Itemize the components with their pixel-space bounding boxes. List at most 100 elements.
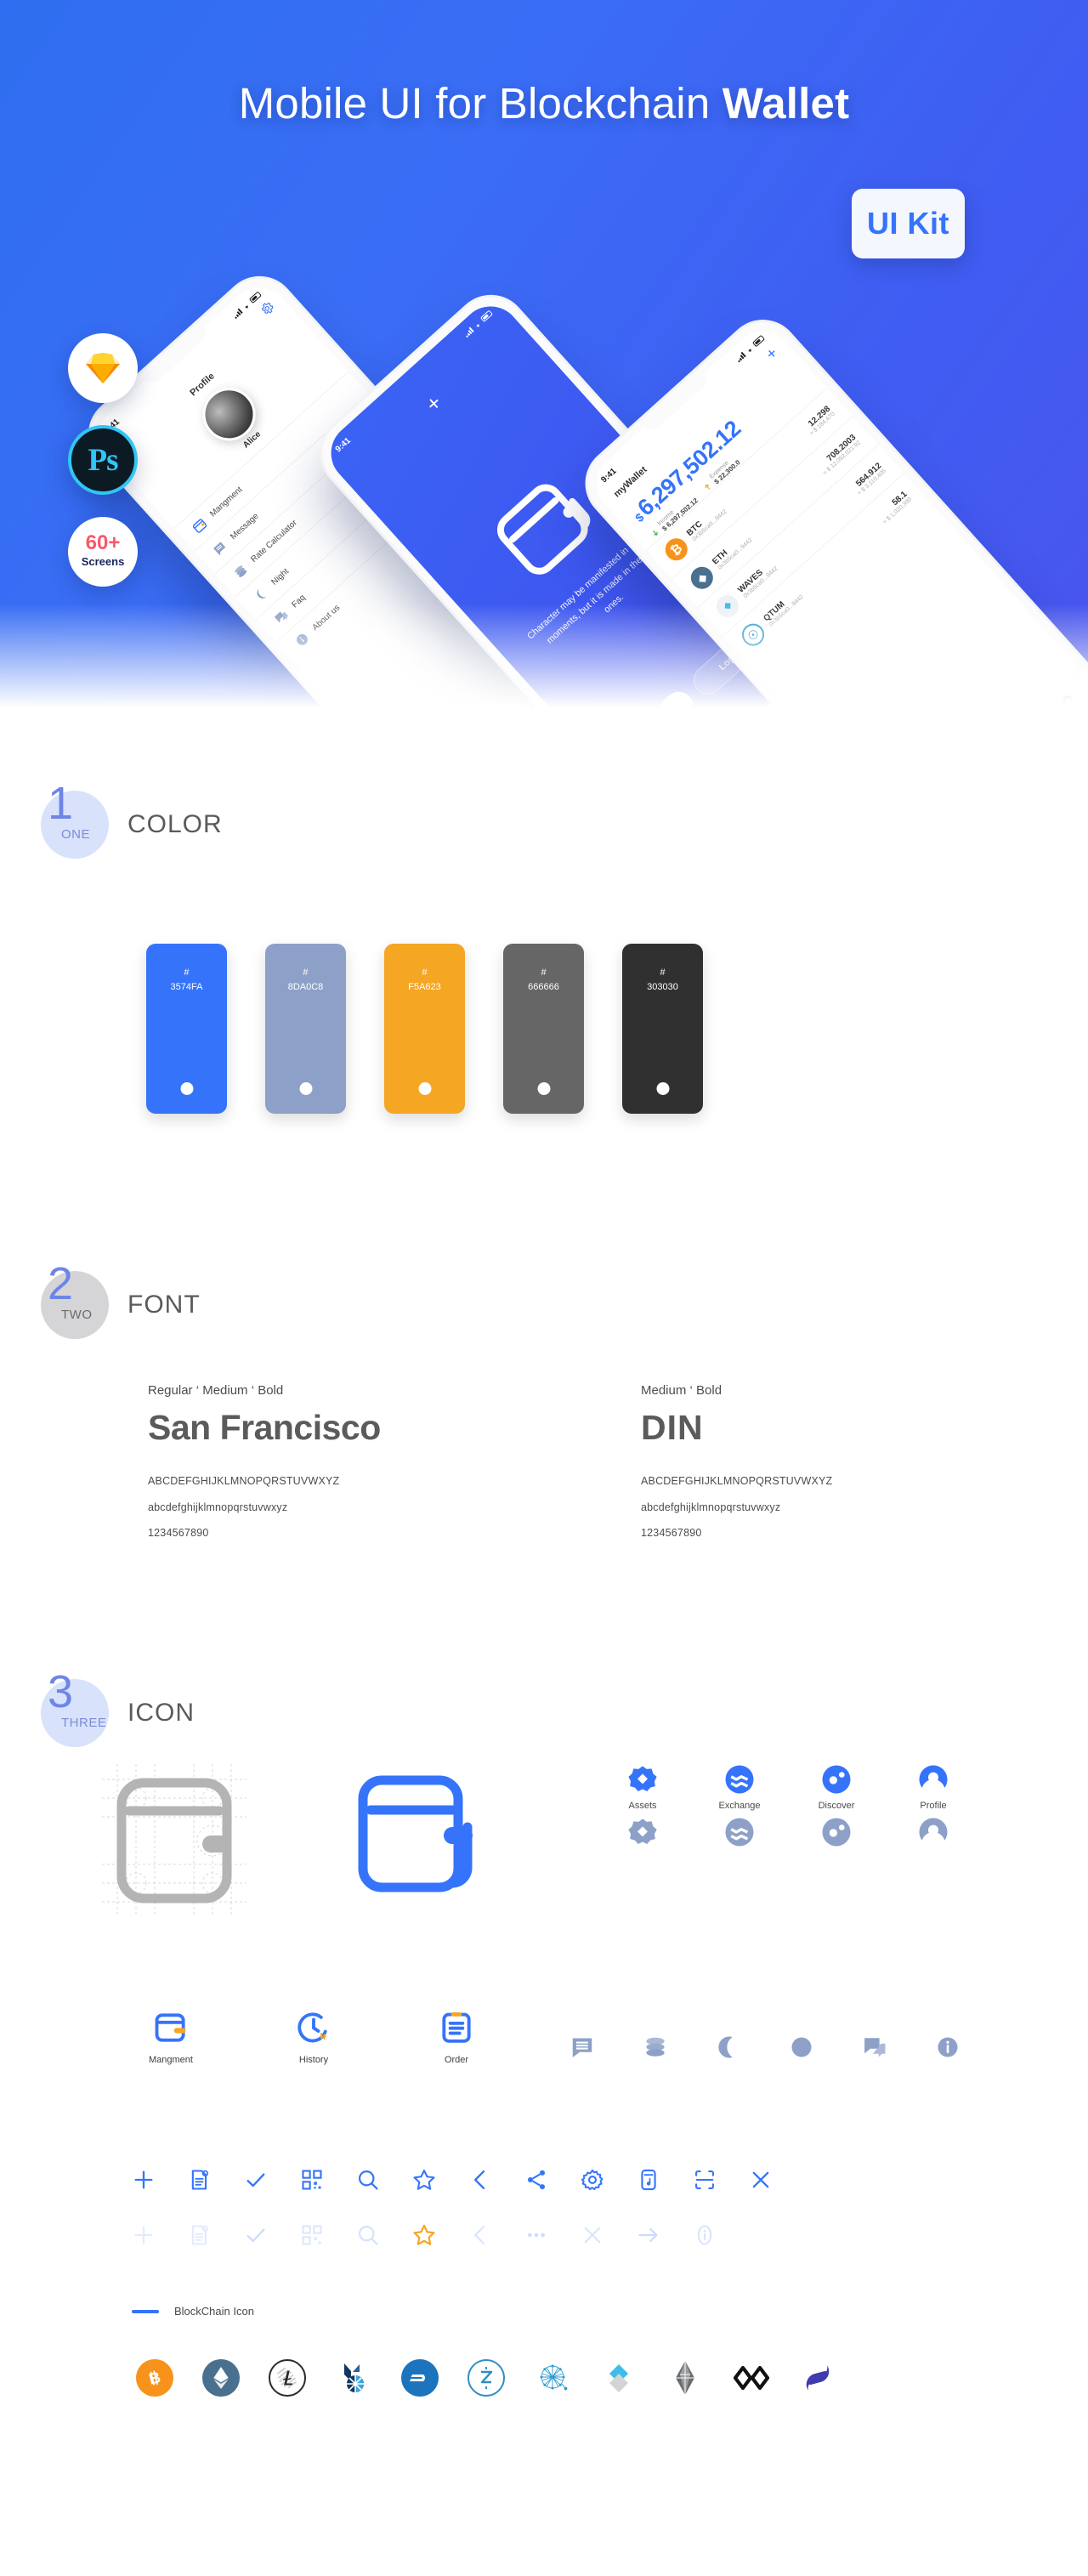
scan-icon[interactable]: [693, 2168, 717, 2192]
search-icon[interactable]: [356, 2168, 380, 2192]
section-title: FONT: [128, 1291, 201, 1319]
wallet-icon: [192, 519, 207, 533]
exchange-icon[interactable]: [724, 1764, 755, 1795]
hash-symbol: #: [541, 967, 547, 978]
coins-stack-icon[interactable]: [643, 2034, 668, 2060]
assets-icon-inactive[interactable]: [627, 1817, 658, 1847]
bitshares-icon[interactable]: [335, 2359, 372, 2397]
font-name: DIN: [641, 1408, 704, 1447]
profile-icon[interactable]: [918, 1764, 949, 1795]
check-icon[interactable]: [244, 2223, 268, 2247]
star-icon[interactable]: [412, 2223, 436, 2247]
bottom-tab-bar: Assets Exchange Discover Profile: [899, 668, 1088, 748]
bitcoin-icon[interactable]: B: [136, 2359, 173, 2397]
color-swatch[interactable]: #8DA0C8: [265, 944, 346, 1114]
circle-icon[interactable]: [789, 2034, 814, 2060]
section-number-word: ONE: [61, 827, 91, 842]
color-swatch[interactable]: #666666: [503, 944, 584, 1114]
litecoin-icon[interactable]: [269, 2359, 306, 2397]
gear-icon[interactable]: [581, 2168, 604, 2192]
twitter-icon[interactable]: [698, 719, 718, 740]
document-settings-icon[interactable]: [188, 2223, 212, 2247]
wallet-management-icon[interactable]: [152, 2009, 190, 2046]
qr-code-icon[interactable]: [300, 2168, 324, 2192]
feature-icon-label: Order: [444, 2055, 469, 2065]
section-title: ICON: [128, 1699, 195, 1727]
moon-icon: [257, 588, 267, 599]
section-number-bubble: 1 ONE: [41, 780, 109, 859]
plus-icon[interactable]: [132, 2223, 156, 2247]
section-number: 2: [48, 1258, 74, 1309]
share-icon[interactable]: [524, 2168, 548, 2192]
gray-icon-row: [570, 2034, 960, 2060]
section-number-word: TWO: [61, 1308, 93, 1322]
screens-label: Screens: [81, 555, 125, 569]
chevron-left-icon[interactable]: [468, 2223, 492, 2247]
chat-icon[interactable]: [862, 2034, 887, 2060]
section-header-icon: 3 THREE ICON: [0, 1669, 1088, 1747]
font-lowercase-specimen: abcdefghijklmnopqrstuvwxyz: [148, 1501, 288, 1513]
color-swatch[interactable]: #3574FA: [146, 944, 227, 1114]
color-swatch[interactable]: #303030: [622, 944, 703, 1114]
eos-icon[interactable]: [666, 2359, 704, 2397]
tab-icon-profile: Profile: [904, 1764, 962, 1847]
list-item-label: About us: [310, 603, 343, 633]
search-icon[interactable]: [356, 2223, 380, 2247]
plus-icon[interactable]: [132, 2168, 156, 2192]
coins-icon: [235, 565, 247, 577]
font-lowercase-specimen: abcdefghijklmnopqrstuvwxyz: [641, 1501, 781, 1513]
history-clock-icon[interactable]: [295, 2009, 332, 2046]
section-header-color: 1 ONE COLOR: [0, 780, 1088, 859]
discover-icon-inactive[interactable]: [821, 1817, 852, 1847]
blockchain-label-text: BlockChain Icon: [174, 2305, 254, 2318]
color-section: 1 ONE COLOR #3574FA #8DA0C8 # F5A623 #666…: [0, 780, 1088, 1114]
color-hex: F5A623: [408, 981, 441, 992]
arrow-right-icon[interactable]: [637, 2223, 660, 2247]
wallet-icon-blue: [357, 1774, 476, 1908]
profile-icon-inactive[interactable]: [918, 1817, 949, 1847]
tenx-icon[interactable]: [733, 2359, 770, 2397]
photoshop-badge: Ps: [68, 425, 138, 495]
info-icon[interactable]: [935, 2034, 960, 2060]
color-swatch[interactable]: # F5A623: [384, 944, 465, 1114]
document-settings-icon[interactable]: [188, 2168, 212, 2192]
assets-icon[interactable]: [627, 1764, 658, 1795]
chat-icon: [274, 611, 288, 623]
expense-icon: [705, 484, 711, 490]
facebook-icon[interactable]: [719, 700, 740, 720]
blockchain-coin-row: B: [136, 2359, 836, 2397]
chevron-left-icon[interactable]: [468, 2168, 492, 2192]
message-icon[interactable]: [570, 2034, 595, 2060]
swatch-dot: [537, 1082, 550, 1095]
dash-icon[interactable]: [401, 2359, 439, 2397]
close-icon[interactable]: [581, 2223, 604, 2247]
feature-icon-row: Mangment History Order: [140, 2009, 487, 2065]
order-clipboard-icon[interactable]: [438, 2009, 475, 2046]
ellipsis-icon[interactable]: [524, 2223, 548, 2247]
font-primary: Regular ‘ Medium ‘ Bold San Francisco AB…: [148, 1383, 641, 1546]
swatch-dot: [656, 1082, 669, 1095]
waves-icon[interactable]: [600, 2359, 638, 2397]
bitcoin-icon: ₿: [660, 533, 693, 565]
check-icon[interactable]: [244, 2168, 268, 2192]
music-card-icon[interactable]: [637, 2168, 660, 2192]
font-name: San Francisco: [148, 1408, 381, 1447]
discover-icon[interactable]: [821, 1764, 852, 1795]
moon-icon[interactable]: [716, 2034, 741, 2060]
steem-icon[interactable]: [799, 2359, 836, 2397]
zcash-icon[interactable]: [468, 2359, 505, 2397]
feature-icon-label: Mangment: [149, 2055, 193, 2065]
waves-icon: [711, 590, 744, 622]
font-secondary: Medium ‘ Bold DIN ABCDEFGHIJKLMNOPQRSTUV…: [641, 1383, 1049, 1546]
wifi-icon: [476, 323, 479, 327]
close-icon[interactable]: [749, 2168, 773, 2192]
hash-symbol: #: [422, 967, 428, 978]
info-icon[interactable]: [693, 2223, 717, 2247]
plus-icon[interactable]: +: [420, 389, 446, 417]
star-icon[interactable]: [412, 2168, 436, 2192]
font-digits-specimen: 1234567890: [148, 1527, 209, 1540]
exchange-icon-inactive[interactable]: [724, 1817, 755, 1847]
qtum-icon[interactable]: [534, 2359, 571, 2397]
qr-code-icon[interactable]: [300, 2223, 324, 2247]
ethereum-icon[interactable]: [202, 2359, 240, 2397]
